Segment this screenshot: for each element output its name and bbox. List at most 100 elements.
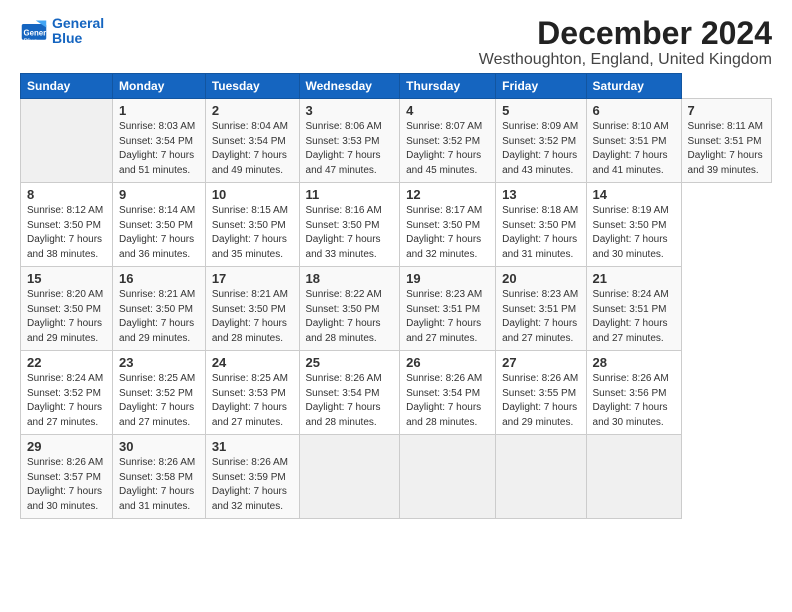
table-row: 7 Sunrise: 8:11 AMSunset: 3:51 PMDayligh… (681, 99, 771, 183)
header-monday: Monday (113, 74, 206, 99)
day-info: Sunrise: 8:25 AMSunset: 3:53 PMDaylight:… (212, 373, 288, 428)
table-row: 15 Sunrise: 8:20 AMSunset: 3:50 PMDaylig… (21, 267, 113, 351)
day-number: 28 (593, 355, 675, 370)
table-row: 21 Sunrise: 8:24 AMSunset: 3:51 PMDaylig… (586, 267, 681, 351)
page-subtitle: Westhoughton, England, United Kingdom (479, 51, 772, 69)
table-row: 16 Sunrise: 8:21 AMSunset: 3:50 PMDaylig… (113, 267, 206, 351)
day-number: 1 (119, 103, 199, 118)
table-row: 23 Sunrise: 8:25 AMSunset: 3:52 PMDaylig… (113, 351, 206, 435)
day-number: 10 (212, 187, 293, 202)
day-info: Sunrise: 8:04 AMSunset: 3:54 PMDaylight:… (212, 121, 288, 176)
calendar-week-1: 8 Sunrise: 8:12 AMSunset: 3:50 PMDayligh… (21, 183, 772, 267)
day-info: Sunrise: 8:17 AMSunset: 3:50 PMDaylight:… (406, 205, 482, 260)
table-row: 3 Sunrise: 8:06 AMSunset: 3:53 PMDayligh… (299, 99, 400, 183)
calendar-week-4: 29 Sunrise: 8:26 AMSunset: 3:57 PMDaylig… (21, 435, 772, 519)
day-number: 20 (502, 271, 579, 286)
table-row: 12 Sunrise: 8:17 AMSunset: 3:50 PMDaylig… (400, 183, 496, 267)
day-info: Sunrise: 8:26 AMSunset: 3:54 PMDaylight:… (406, 373, 482, 428)
day-info: Sunrise: 8:06 AMSunset: 3:53 PMDaylight:… (306, 121, 382, 176)
table-row: 31 Sunrise: 8:26 AMSunset: 3:59 PMDaylig… (205, 435, 299, 519)
calendar-week-2: 15 Sunrise: 8:20 AMSunset: 3:50 PMDaylig… (21, 267, 772, 351)
day-number: 24 (212, 355, 293, 370)
table-row: 11 Sunrise: 8:16 AMSunset: 3:50 PMDaylig… (299, 183, 400, 267)
table-row: 25 Sunrise: 8:26 AMSunset: 3:54 PMDaylig… (299, 351, 400, 435)
table-row: 13 Sunrise: 8:18 AMSunset: 3:50 PMDaylig… (496, 183, 586, 267)
day-info: Sunrise: 8:24 AMSunset: 3:52 PMDaylight:… (27, 373, 103, 428)
table-row (21, 99, 113, 183)
day-number: 9 (119, 187, 199, 202)
title-block: December 2024 Westhoughton, England, Uni… (479, 16, 772, 69)
day-info: Sunrise: 8:20 AMSunset: 3:50 PMDaylight:… (27, 289, 103, 344)
day-info: Sunrise: 8:16 AMSunset: 3:50 PMDaylight:… (306, 205, 382, 260)
day-number: 7 (688, 103, 765, 118)
header-thursday: Thursday (400, 74, 496, 99)
day-info: Sunrise: 8:23 AMSunset: 3:51 PMDaylight:… (502, 289, 578, 344)
day-info: Sunrise: 8:18 AMSunset: 3:50 PMDaylight:… (502, 205, 578, 260)
day-info: Sunrise: 8:23 AMSunset: 3:51 PMDaylight:… (406, 289, 482, 344)
day-info: Sunrise: 8:26 AMSunset: 3:56 PMDaylight:… (593, 373, 669, 428)
day-info: Sunrise: 8:26 AMSunset: 3:55 PMDaylight:… (502, 373, 578, 428)
logo-line2: Blue (52, 30, 82, 46)
table-row: 28 Sunrise: 8:26 AMSunset: 3:56 PMDaylig… (586, 351, 681, 435)
day-info: Sunrise: 8:21 AMSunset: 3:50 PMDaylight:… (212, 289, 288, 344)
day-info: Sunrise: 8:07 AMSunset: 3:52 PMDaylight:… (406, 121, 482, 176)
day-number: 31 (212, 439, 293, 454)
table-row (299, 435, 400, 519)
day-number: 11 (306, 187, 394, 202)
day-info: Sunrise: 8:26 AMSunset: 3:54 PMDaylight:… (306, 373, 382, 428)
day-number: 22 (27, 355, 106, 370)
table-row: 10 Sunrise: 8:15 AMSunset: 3:50 PMDaylig… (205, 183, 299, 267)
table-row: 6 Sunrise: 8:10 AMSunset: 3:51 PMDayligh… (586, 99, 681, 183)
header-wednesday: Wednesday (299, 74, 400, 99)
logo: General Blue General Blue (20, 16, 104, 47)
day-info: Sunrise: 8:26 AMSunset: 3:59 PMDaylight:… (212, 457, 288, 512)
day-info: Sunrise: 8:25 AMSunset: 3:52 PMDaylight:… (119, 373, 195, 428)
day-info: Sunrise: 8:11 AMSunset: 3:51 PMDaylight:… (688, 121, 763, 176)
day-number: 4 (406, 103, 489, 118)
table-row: 22 Sunrise: 8:24 AMSunset: 3:52 PMDaylig… (21, 351, 113, 435)
day-info: Sunrise: 8:03 AMSunset: 3:54 PMDaylight:… (119, 121, 195, 176)
calendar-table: Sunday Monday Tuesday Wednesday Thursday… (20, 73, 772, 519)
day-info: Sunrise: 8:12 AMSunset: 3:50 PMDaylight:… (27, 205, 103, 260)
day-number: 18 (306, 271, 394, 286)
logo-icon: General Blue (20, 17, 48, 45)
day-number: 29 (27, 439, 106, 454)
table-row: 5 Sunrise: 8:09 AMSunset: 3:52 PMDayligh… (496, 99, 586, 183)
day-number: 17 (212, 271, 293, 286)
calendar-week-3: 22 Sunrise: 8:24 AMSunset: 3:52 PMDaylig… (21, 351, 772, 435)
table-row: 4 Sunrise: 8:07 AMSunset: 3:52 PMDayligh… (400, 99, 496, 183)
table-row: 29 Sunrise: 8:26 AMSunset: 3:57 PMDaylig… (21, 435, 113, 519)
header-tuesday: Tuesday (205, 74, 299, 99)
day-number: 5 (502, 103, 579, 118)
page-container: General Blue General Blue December 2024 … (0, 0, 792, 529)
table-row: 2 Sunrise: 8:04 AMSunset: 3:54 PMDayligh… (205, 99, 299, 183)
day-info: Sunrise: 8:21 AMSunset: 3:50 PMDaylight:… (119, 289, 195, 344)
day-number: 12 (406, 187, 489, 202)
day-number: 2 (212, 103, 293, 118)
day-number: 25 (306, 355, 394, 370)
header-saturday: Saturday (586, 74, 681, 99)
day-number: 23 (119, 355, 199, 370)
day-number: 21 (593, 271, 675, 286)
logo-text: General Blue (52, 16, 104, 47)
table-row: 1 Sunrise: 8:03 AMSunset: 3:54 PMDayligh… (113, 99, 206, 183)
table-row: 24 Sunrise: 8:25 AMSunset: 3:53 PMDaylig… (205, 351, 299, 435)
page-title: December 2024 (479, 16, 772, 51)
logo-line1: General (52, 15, 104, 31)
table-row: 27 Sunrise: 8:26 AMSunset: 3:55 PMDaylig… (496, 351, 586, 435)
day-number: 14 (593, 187, 675, 202)
table-row: 26 Sunrise: 8:26 AMSunset: 3:54 PMDaylig… (400, 351, 496, 435)
table-row: 30 Sunrise: 8:26 AMSunset: 3:58 PMDaylig… (113, 435, 206, 519)
table-row: 14 Sunrise: 8:19 AMSunset: 3:50 PMDaylig… (586, 183, 681, 267)
day-number: 8 (27, 187, 106, 202)
day-number: 13 (502, 187, 579, 202)
table-row: 9 Sunrise: 8:14 AMSunset: 3:50 PMDayligh… (113, 183, 206, 267)
table-row (496, 435, 586, 519)
day-info: Sunrise: 8:26 AMSunset: 3:57 PMDaylight:… (27, 457, 103, 512)
table-row (586, 435, 681, 519)
day-info: Sunrise: 8:19 AMSunset: 3:50 PMDaylight:… (593, 205, 669, 260)
header-friday: Friday (496, 74, 586, 99)
table-row: 17 Sunrise: 8:21 AMSunset: 3:50 PMDaylig… (205, 267, 299, 351)
table-row (400, 435, 496, 519)
calendar-week-0: 1 Sunrise: 8:03 AMSunset: 3:54 PMDayligh… (21, 99, 772, 183)
